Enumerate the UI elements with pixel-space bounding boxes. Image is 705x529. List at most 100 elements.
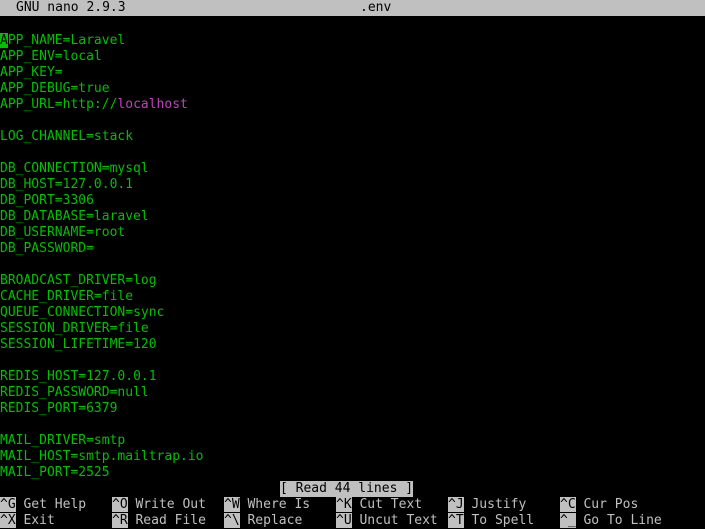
shortcut-key: ^X (0, 513, 16, 528)
env-equals: = (78, 369, 87, 384)
env-value: 127.0.0.1 (62, 177, 134, 192)
editor-line[interactable] (0, 353, 705, 369)
editor-line[interactable]: APP_URL=http://localhost (0, 97, 705, 113)
shortcut-label: Where Is (247, 497, 311, 512)
file-name: .env (360, 0, 392, 15)
editor-line[interactable]: APP_ENV=local (0, 49, 705, 65)
shortcut-key: ^R (112, 513, 128, 528)
shortcut-item[interactable]: ^_ Go To Line (560, 513, 662, 529)
env-value-host: localhost (117, 97, 188, 112)
shortcut-label: Exit (23, 513, 55, 528)
editor-line[interactable]: SESSION_DRIVER=file (0, 321, 705, 337)
env-key: DB_PASSWORD (0, 241, 87, 256)
env-value: 6379 (86, 401, 118, 416)
shortcut-label: Write Out (135, 497, 206, 512)
env-value: http:// (62, 97, 118, 112)
editor-line[interactable]: REDIS_HOST=127.0.0.1 (0, 369, 705, 385)
shortcut-item[interactable]: ^\ Replace (224, 513, 302, 529)
editor-line[interactable]: DB_CONNECTION=mysql (0, 161, 705, 177)
editor-line[interactable] (0, 113, 705, 129)
env-value: file (101, 289, 134, 304)
editor-line[interactable]: DB_PASSWORD= (0, 241, 705, 257)
env-equals: = (93, 289, 102, 304)
env-key: QUEUE_CONNECTION (0, 305, 126, 320)
shortcut-label: Go To Line (583, 513, 662, 528)
env-equals: = (54, 97, 63, 112)
editor-line[interactable]: REDIS_PORT=6379 (0, 401, 705, 417)
shortcut-item[interactable]: ^O Write Out (112, 497, 206, 513)
editor-line[interactable]: BROADCAST_DRIVER=log (0, 273, 705, 289)
env-equals: = (101, 161, 110, 176)
shortcut-key: ^_ (560, 513, 576, 528)
env-key: APP_NAME (0, 33, 63, 48)
env-value: stack (93, 129, 134, 144)
env-value: 127.0.0.1 (86, 369, 157, 384)
env-key: DB_DATABASE (0, 209, 87, 224)
env-key: REDIS_PASSWORD (0, 385, 110, 400)
shortcut-item[interactable]: ^K Cut Text (336, 497, 422, 513)
editor-line[interactable]: DB_HOST=127.0.0.1 (0, 177, 705, 193)
env-value: true (78, 81, 110, 96)
shortcut-item[interactable]: ^W Where Is (224, 497, 310, 513)
env-key: SESSION_LIFETIME (0, 337, 126, 352)
env-key: APP_DEBUG (0, 81, 71, 96)
editor-line[interactable]: APP_DEBUG=true (0, 81, 705, 97)
editor-line[interactable]: DB_USERNAME=root (0, 225, 705, 241)
env-value: 3306 (62, 193, 94, 208)
env-key: DB_HOST (0, 177, 55, 192)
status-message: [ Read 44 lines ] (280, 481, 414, 497)
editor-line[interactable] (0, 145, 705, 161)
editor-line[interactable]: CACHE_DRIVER=file (0, 289, 705, 305)
env-equals: = (86, 225, 94, 240)
env-equals: = (125, 273, 134, 288)
env-value: file (117, 321, 149, 336)
env-value: smtp (93, 433, 126, 448)
env-key: CACHE_DRIVER (0, 289, 94, 304)
editor-line[interactable]: LOG_CHANNEL=stack (0, 129, 705, 145)
env-key: DB_USERNAME (0, 225, 87, 240)
shortcut-item[interactable]: ^X Exit (0, 513, 55, 529)
shortcut-row: ^G Get Help ^O Write Out ^W Where Is ^K Cut… (0, 497, 705, 513)
editor-line[interactable]: REDIS_PASSWORD=null (0, 385, 705, 401)
shortcut-key: ^C (560, 497, 576, 512)
shortcut-label: Get Help (23, 497, 87, 512)
shortcut-item[interactable]: ^G Get Help (0, 497, 86, 513)
shortcut-label: Justify (471, 497, 527, 512)
shortcut-item[interactable]: ^U Uncut Text (336, 513, 438, 529)
shortcut-label: Uncut Text (359, 513, 438, 528)
editor-line[interactable]: MAIL_PORT=2525 (0, 465, 705, 481)
editor-line[interactable]: APP_NAME=Laravel (0, 33, 705, 49)
shortcut-bar: ^G Get Help ^O Write Out ^W Where Is ^K Cut… (0, 497, 705, 529)
shortcut-label: Cur Pos (583, 497, 639, 512)
env-value: log (133, 273, 157, 288)
editor-line[interactable]: APP_KEY= (0, 65, 705, 81)
editor-line[interactable]: QUEUE_CONNECTION=sync (0, 305, 705, 321)
editor-line[interactable]: MAIL_HOST=smtp.mailtrap.io (0, 449, 705, 465)
env-equals: = (86, 241, 94, 256)
editor-line[interactable] (0, 417, 705, 433)
env-value: Laravel (70, 33, 126, 48)
editor-line[interactable]: SESSION_LIFETIME=120 (0, 337, 705, 353)
env-key: MAIL_HOST (0, 449, 71, 464)
env-equals: = (125, 337, 134, 352)
shortcut-label: Cut Text (359, 497, 423, 512)
editor-line[interactable] (0, 257, 705, 273)
env-value: 2525 (78, 465, 110, 480)
env-value: mysql (109, 161, 149, 176)
env-value: smtp.mailtrap.io (78, 449, 204, 464)
editor-line[interactable]: MAIL_DRIVER=smtp (0, 433, 705, 449)
editor-line[interactable]: DB_DATABASE=laravel (0, 209, 705, 225)
editor-line[interactable]: DB_PORT=3306 (0, 193, 705, 209)
env-key: APP_URL (0, 97, 55, 112)
shortcut-item[interactable]: ^J Justify (448, 497, 526, 513)
shortcut-label: Read File (135, 513, 206, 528)
editor-area[interactable]: APP_NAME=Laravel APP_ENV=local APP_KEY= APP… (0, 33, 705, 481)
shortcut-item[interactable]: ^C Cur Pos (560, 497, 638, 513)
env-equals: = (86, 209, 94, 224)
shortcut-label: To Spell (471, 513, 535, 528)
env-key: MAIL_PORT (0, 465, 71, 480)
shortcut-key: ^O (112, 497, 128, 512)
shortcut-item[interactable]: ^R Read File (112, 513, 206, 529)
shortcut-item[interactable]: ^T To Spell (448, 513, 534, 529)
env-key: APP_KEY (0, 65, 55, 80)
